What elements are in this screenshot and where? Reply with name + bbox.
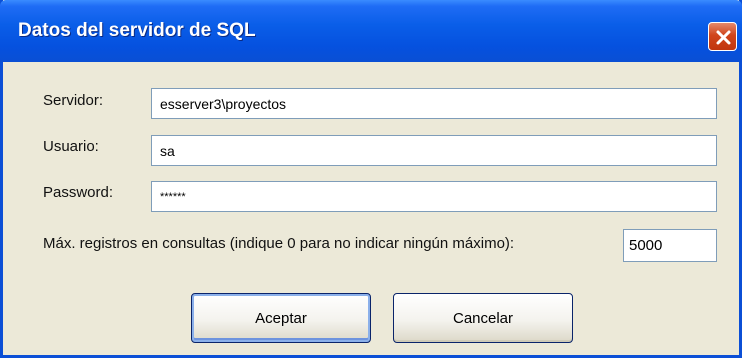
close-icon [716, 30, 731, 45]
usuario-input[interactable] [151, 135, 717, 166]
cancel-button[interactable]: Cancelar [393, 293, 573, 343]
usuario-label: Usuario: [43, 138, 99, 155]
close-button[interactable] [708, 22, 737, 51]
max-records-input[interactable] [623, 229, 717, 262]
servidor-input[interactable] [151, 88, 717, 119]
password-label: Password: [43, 184, 114, 201]
window-title: Datos del servidor de SQL [18, 20, 256, 41]
password-input[interactable] [151, 181, 717, 212]
sql-server-dialog: Datos del servidor de SQL Servidor: Usua… [0, 0, 742, 358]
title-bar[interactable]: Datos del servidor de SQL [0, 0, 742, 62]
servidor-label: Servidor: [43, 92, 104, 109]
accept-button[interactable]: Aceptar [191, 293, 371, 343]
max-records-label: Máx. registros en consultas (indique 0 p… [43, 235, 515, 252]
